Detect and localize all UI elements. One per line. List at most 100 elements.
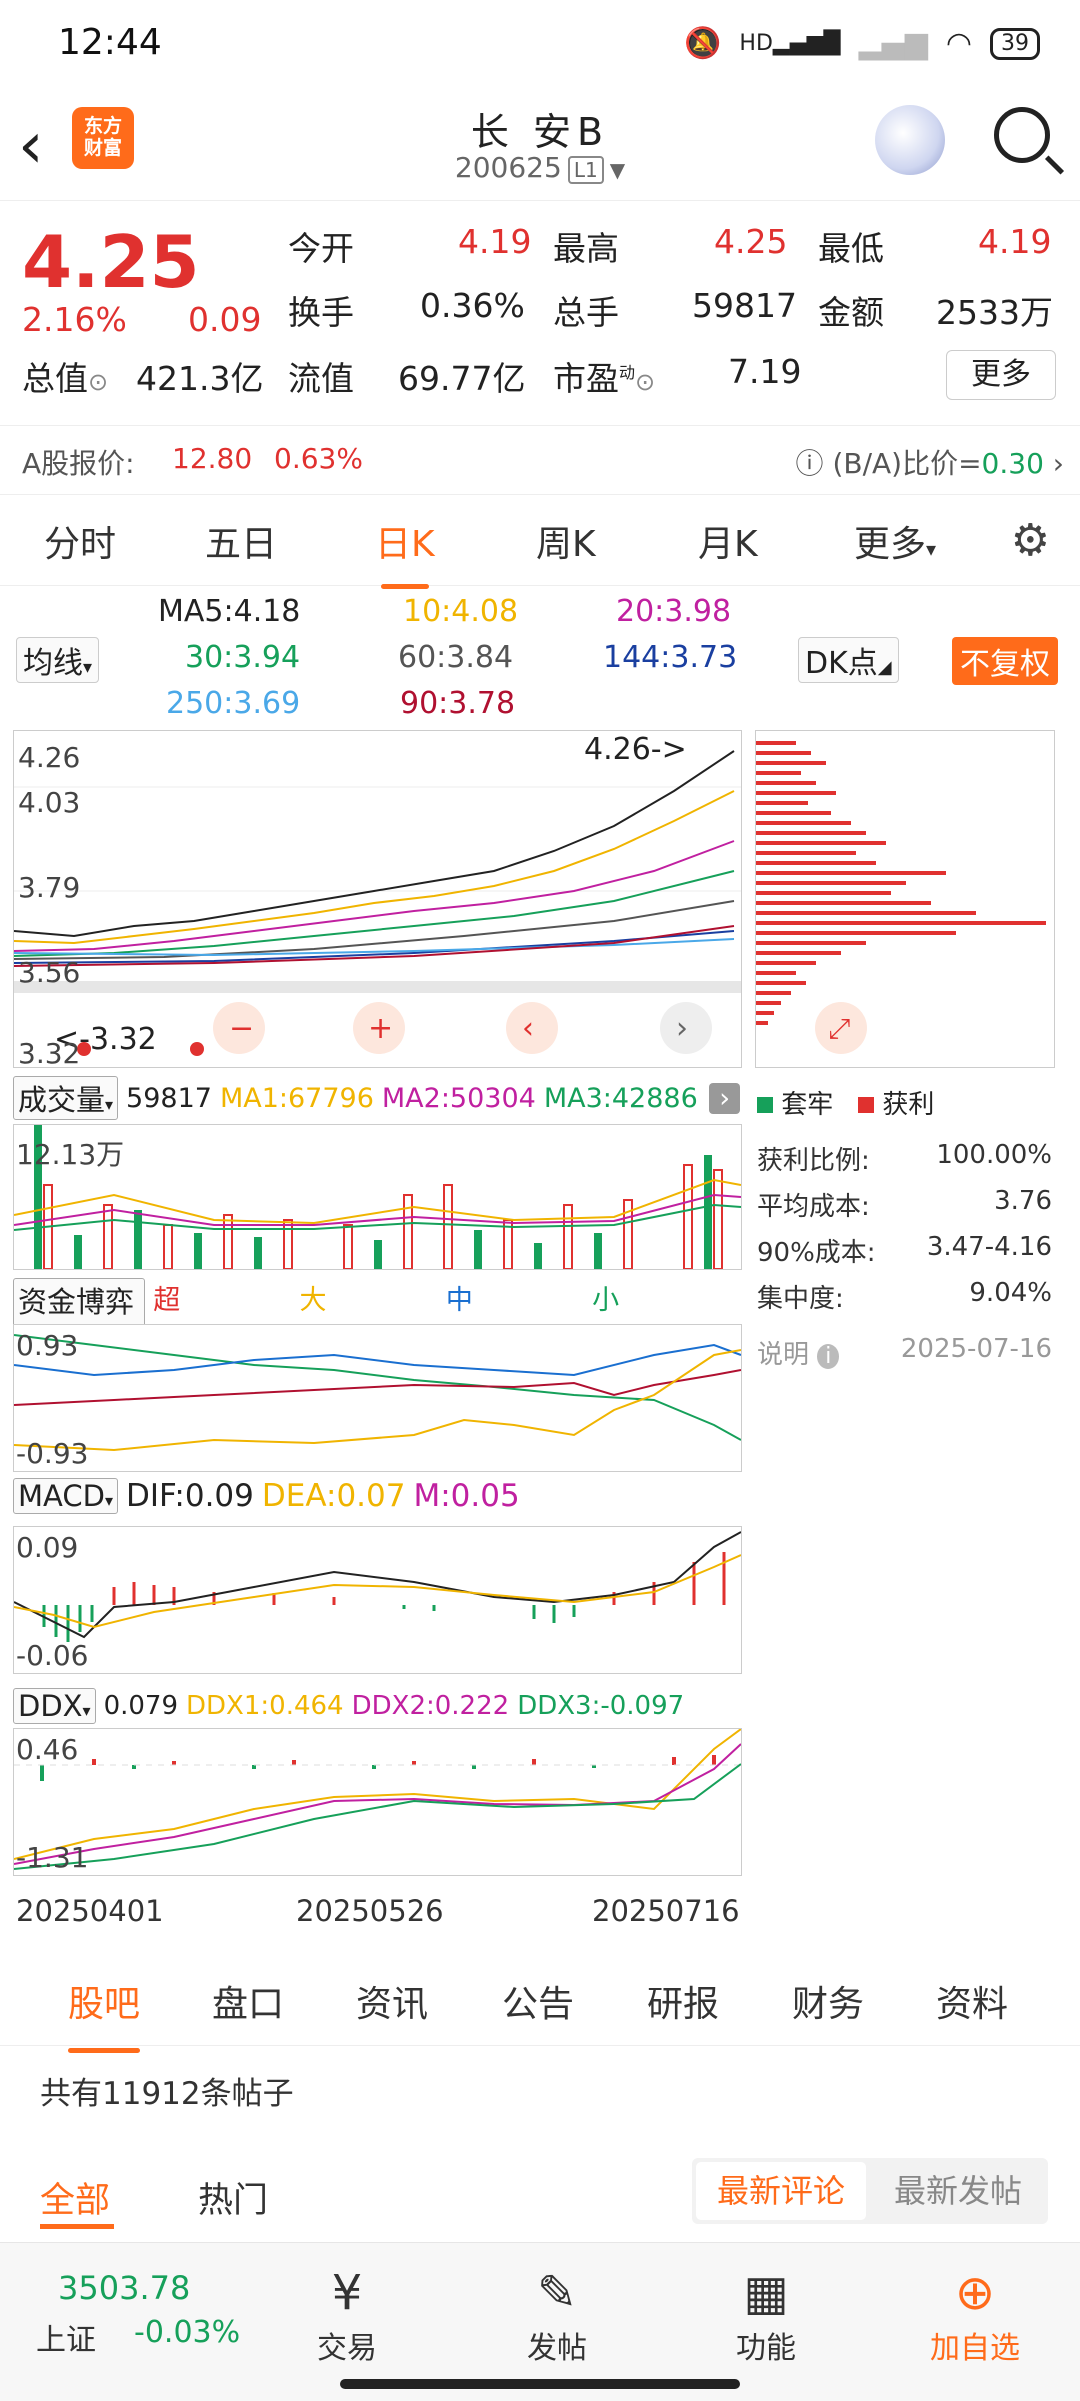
- index-value[interactable]: 3503.78: [58, 2269, 190, 2307]
- ddx-chart[interactable]: 0.46 -1.31: [13, 1728, 742, 1876]
- kline-chart[interactable]: 4.26-> <-3.32 − + ‹ › 4.26 4.03 3.79 3.5…: [13, 730, 742, 1068]
- turnover-label: 换手: [288, 293, 354, 332]
- profit-ratio: 获利比例: 100.00%: [757, 1140, 1052, 1176]
- volume-value: 59817: [692, 286, 797, 325]
- plus-circle-icon: ⊕: [954, 2265, 996, 2321]
- tab-five-day[interactable]: 五日: [205, 515, 277, 567]
- high-value: 4.25: [714, 222, 788, 261]
- sort-latest-post[interactable]: 最新发帖: [872, 2162, 1044, 2220]
- gear-icon[interactable]: ⚙: [1011, 515, 1050, 566]
- volume-selector[interactable]: 成交量▾: [13, 1076, 119, 1120]
- chip-legend: 套牢 获利: [757, 1084, 1057, 1121]
- tab-monthly-k[interactable]: 月K: [698, 515, 758, 567]
- date-start: 20250401: [16, 1894, 164, 1928]
- volume-value: 59817: [126, 1082, 212, 1114]
- chip-svg: ⤢: [756, 741, 1046, 1054]
- high-mark: 4.26->: [584, 732, 687, 767]
- chevron-down-icon: ▼: [609, 158, 626, 182]
- index-name[interactable]: 上证: [36, 2315, 96, 2359]
- pe-value: 7.19: [728, 352, 802, 391]
- signal-2-icon: ▂▄▆: [858, 26, 928, 61]
- volume-chart[interactable]: 12.13万: [13, 1124, 742, 1270]
- a-share-quote[interactable]: A股报价: 12.80 0.63% ⓘ (B/A)比价=0.30 ›: [0, 425, 1080, 495]
- fuquan-button[interactable]: 不复权: [952, 637, 1058, 685]
- tab-orderbook[interactable]: 盘口: [212, 1975, 284, 2027]
- more-button[interactable]: 更多: [946, 350, 1056, 400]
- tab-profile[interactable]: 资料: [936, 1975, 1008, 2027]
- filter-all-underline: [40, 2224, 114, 2229]
- macd-chart[interactable]: 0.09 -0.06: [13, 1526, 742, 1674]
- kline-axis-bottom: 3.32: [18, 1037, 81, 1068]
- mktcap-label[interactable]: 总值⊙: [22, 352, 108, 400]
- tab-news[interactable]: 资讯: [356, 1975, 428, 2027]
- sort-toggle: 最新评论 最新发帖: [692, 2158, 1048, 2224]
- ddx2: DDX2:0.222: [351, 1691, 510, 1721]
- tab-more[interactable]: 更多▾: [854, 515, 936, 567]
- vol-ma2: MA2:50304: [381, 1082, 536, 1114]
- battery-icon: 39: [990, 27, 1040, 60]
- tab-forum[interactable]: 股吧: [68, 1975, 141, 2053]
- tab-weekly-k[interactable]: 周K: [536, 515, 596, 567]
- status-bar: 12:44 🔕 HD▂▄▆█ ▂▄▆ ◠ 39: [0, 0, 1080, 95]
- volume-label: 总手: [553, 293, 619, 332]
- macd-dif: DIF:0.09: [125, 1478, 254, 1514]
- nav-function[interactable]: ▦ 功能: [701, 2263, 831, 2367]
- dk-selector[interactable]: DK点◢: [798, 637, 899, 683]
- post-count: 共有11912条帖子: [40, 2076, 294, 2112]
- signal-icon: HD▂▄▆█: [739, 31, 841, 56]
- low-label: 最低: [818, 229, 884, 268]
- vol-ma1: MA1:67796: [219, 1082, 374, 1114]
- a-share-label: A股报价:: [22, 447, 135, 480]
- ddx-selector[interactable]: DDX▾: [13, 1688, 96, 1724]
- ddx-svg: [14, 1729, 741, 1870]
- kline-axis-3: 3.79: [18, 871, 81, 904]
- bottom-nav: 3503.78 上证 -0.03% ¥ 交易 ✎ 发帖 ▦ 功能 ⊕ 加自选: [0, 2242, 1080, 2401]
- ma-selector[interactable]: 均线▾: [16, 637, 100, 683]
- fund-axis-bottom: -0.93: [16, 1437, 89, 1470]
- chevron-right-icon[interactable]: ›: [709, 1082, 740, 1114]
- fund-chart[interactable]: 0.93 -0.93: [13, 1324, 742, 1472]
- volume-legend: 成交量▾ 59817 MA1:67796 MA2:50304 MA3:42886…: [13, 1076, 740, 1120]
- svg-text:›: ›: [676, 1011, 688, 1046]
- trade-icon: ¥: [331, 2265, 363, 2321]
- ba-ratio[interactable]: ⓘ (B/A)比价=0.30 ›: [796, 442, 1064, 482]
- search-icon[interactable]: [994, 107, 1050, 163]
- nav-trade[interactable]: ¥ 交易: [282, 2263, 412, 2367]
- nav-post[interactable]: ✎ 发帖: [492, 2263, 622, 2367]
- stock-code: 200625: [454, 151, 562, 184]
- filter-hot[interactable]: 热门: [198, 2172, 268, 2223]
- tab-announcements[interactable]: 公告: [502, 1975, 574, 2027]
- svg-text:‹: ‹: [522, 1011, 534, 1046]
- a-share-price: 12.80: [172, 442, 253, 475]
- concentration: 集中度: 9.04%: [757, 1278, 1052, 1314]
- macd-selector[interactable]: MACD▾: [13, 1478, 118, 1514]
- ddx-legend: DDX▾ 0.079 DDX1:0.464 DDX2:0.222 DDX3:-0…: [13, 1688, 740, 1724]
- tab-daily-k[interactable]: 日K: [375, 515, 435, 589]
- edit-icon: ✎: [536, 2265, 578, 2321]
- ma250-label: 250:3.69: [166, 686, 301, 721]
- pe-label[interactable]: 市盈动⊙: [553, 352, 655, 400]
- ddx1: DDX1:0.464: [186, 1691, 344, 1721]
- chip-note[interactable]: 说明 i 2025-07-16: [757, 1334, 1052, 1371]
- macd-legend: MACD▾ DIF:0.09 DEA:0.07 M:0.05: [13, 1478, 740, 1514]
- a-share-pct: 0.63%: [274, 442, 363, 475]
- tab-finance[interactable]: 财务: [792, 1975, 864, 2027]
- filter-all[interactable]: 全部: [40, 2172, 110, 2223]
- tab-intraday[interactable]: 分时: [44, 515, 116, 567]
- macd-dea: DEA:0.07: [261, 1478, 406, 1514]
- level-badge: L1: [567, 156, 604, 184]
- assistant-avatar[interactable]: [875, 105, 945, 175]
- ma5-label: MA5:4.18: [158, 594, 301, 629]
- volume-axis: 12.13万: [16, 1138, 125, 1171]
- mute-icon: 🔕: [684, 26, 722, 61]
- tab-research[interactable]: 研报: [647, 1975, 719, 2027]
- sort-latest-reply[interactable]: 最新评论: [696, 2162, 866, 2220]
- fund-axis-top: 0.93: [16, 1329, 79, 1362]
- info-icon: i: [817, 1344, 840, 1369]
- ddx3: DDX3:-0.097: [517, 1691, 685, 1721]
- nav-add-watchlist[interactable]: ⊕ 加自选: [910, 2263, 1040, 2367]
- chip-distribution[interactable]: ⤢: [755, 730, 1055, 1068]
- wifi-icon: ◠: [945, 26, 972, 61]
- ddx-axis-bottom: -1.31: [16, 1841, 89, 1874]
- index-pct: -0.03%: [134, 2315, 241, 2350]
